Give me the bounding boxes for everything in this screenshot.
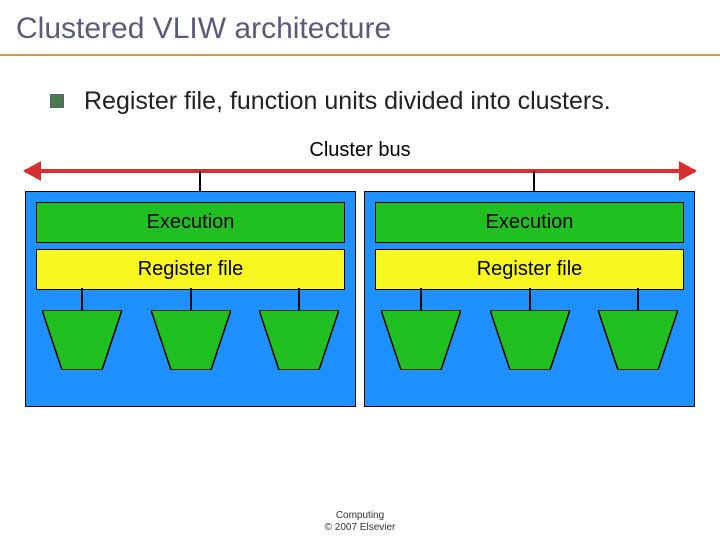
bullet-item: Register file, function units divided in… — [0, 76, 720, 137]
register-file-block: Register file — [375, 249, 684, 290]
bus-connector-left — [199, 171, 201, 193]
connector — [420, 288, 422, 310]
footer-line2: © 2007 Elsevier — [325, 522, 396, 534]
cluster-0: Execution Register file — [25, 191, 356, 407]
bus-connector-right — [533, 171, 535, 193]
cluster-bus-arrow — [25, 169, 695, 173]
footer-line1: Computing — [325, 510, 396, 522]
diagram: Cluster bus Execution Register file — [25, 137, 695, 427]
connector — [529, 288, 531, 310]
execution-block: Execution — [36, 202, 345, 243]
cluster-bus-label: Cluster bus — [309, 139, 410, 162]
function-unit — [151, 310, 231, 370]
connector — [637, 288, 639, 310]
trapezoid-icon — [598, 310, 678, 370]
function-unit-row — [375, 310, 684, 370]
function-unit — [42, 310, 122, 370]
trapezoid-icon — [42, 310, 122, 370]
function-unit — [259, 310, 339, 370]
function-unit — [490, 310, 570, 370]
trapezoid-icon — [259, 310, 339, 370]
page-title: Clustered VLIW architecture — [16, 12, 704, 46]
cluster-1: Execution Register file — [364, 191, 695, 407]
function-unit — [381, 310, 461, 370]
execution-block: Execution — [375, 202, 684, 243]
trapezoid-icon — [151, 310, 231, 370]
function-unit-row — [36, 310, 345, 370]
title-bar: Clustered VLIW architecture — [0, 0, 720, 56]
function-unit — [598, 310, 678, 370]
bullet-text: Register file, function units divided in… — [84, 86, 611, 117]
bullet-icon — [50, 94, 64, 108]
cluster-row: Execution Register file Execution Reg — [25, 191, 695, 407]
trapezoid-icon — [490, 310, 570, 370]
connector — [81, 288, 83, 310]
trapezoid-icon — [381, 310, 461, 370]
register-file-block: Register file — [36, 249, 345, 290]
connector — [190, 288, 192, 310]
footer: Computing © 2007 Elsevier — [325, 510, 396, 534]
connector — [298, 288, 300, 310]
